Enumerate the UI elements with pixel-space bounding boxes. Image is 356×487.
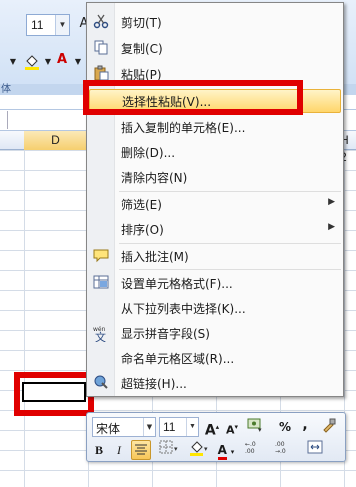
increase-decimal-icon: ←.0.00 xyxy=(244,441,268,457)
menu-item-copy[interactable]: 复制(C) xyxy=(89,36,341,60)
menu-item-format-cells[interactable]: 设置单元格格式(F)... xyxy=(89,271,341,295)
fill-color-icon: ▾ xyxy=(189,441,211,459)
decrease-decimal-icon: .00 →.0 xyxy=(274,441,298,457)
submenu-arrow-icon: ▶ xyxy=(328,197,335,207)
borders-button[interactable]: ▾ xyxy=(157,440,183,460)
svg-text:.00: .00 xyxy=(245,448,255,454)
menu-item-define-name[interactable]: 命名单元格区域(R)... xyxy=(89,346,341,370)
menu-item-label: 从下拉列表中选择(K)... xyxy=(121,302,246,316)
menu-item-label: 删除(D)... xyxy=(121,146,176,160)
grow-font-button[interactable]: A▴ xyxy=(203,417,221,439)
percent-button[interactable]: % xyxy=(277,417,293,437)
scissors-icon xyxy=(92,13,110,31)
align-center-button[interactable] xyxy=(131,440,151,460)
svg-text:←.0: ←.0 xyxy=(245,441,256,448)
mini-toolbar: 宋体 ▼ 11 ▼ A▴ A▾ ▾ % , B I ▾ ▾ A ▾ ←.0 .0… xyxy=(86,412,346,462)
name-box-edge xyxy=(0,111,8,129)
menu-item-cut[interactable]: 剪切(T) xyxy=(89,10,341,34)
copy-icon xyxy=(92,39,110,57)
menu-item-label: 剪切(T) xyxy=(121,16,162,30)
align-center-icon xyxy=(134,444,148,458)
format-painter-icon xyxy=(321,418,337,436)
context-menu: 剪切(T) 复制(C) 粘贴(P) 选择性粘贴(V)... 插入复制的单元格(E… xyxy=(86,2,344,397)
format-cells-icon xyxy=(92,274,110,292)
svg-text:→.0: →.0 xyxy=(275,448,286,454)
menu-item-clear-contents[interactable]: 清除内容(N) xyxy=(89,165,341,189)
phonetic-icon: wén 文 xyxy=(92,324,110,344)
menu-item-filter[interactable]: 筛选(E) ▶ xyxy=(89,192,341,216)
menu-separator xyxy=(119,269,341,270)
svg-text:.00: .00 xyxy=(275,441,285,448)
shrink-font-icon: A xyxy=(225,423,235,437)
font-color-icon: A xyxy=(217,443,227,460)
svg-text:▾: ▾ xyxy=(204,445,208,453)
ribbon-font-size-box[interactable]: 11 ▼ xyxy=(26,14,70,36)
menu-item-show-phonetic[interactable]: wén 文 显示拼音字段(S) xyxy=(89,321,341,345)
merge-center-button[interactable] xyxy=(305,440,325,460)
chevron-down-icon: ▾ xyxy=(230,448,235,456)
menu-item-label: 插入批注(M) xyxy=(121,250,189,264)
menu-item-delete[interactable]: 删除(D)... xyxy=(89,140,341,164)
menu-item-label: 显示拼音字段(S) xyxy=(121,327,210,341)
svg-text:▾: ▾ xyxy=(258,426,262,433)
menu-item-pick-from-list[interactable]: 从下拉列表中选择(K)... xyxy=(89,296,341,320)
menu-item-label: 命名单元格区域(R)... xyxy=(121,352,235,366)
accounting-format-button[interactable]: ▾ xyxy=(245,417,267,437)
fill-color-button[interactable]: ▾ xyxy=(187,440,213,460)
mini-font-name-box[interactable]: 宋体 ▼ xyxy=(92,417,156,437)
grow-font-icon: A xyxy=(204,422,216,439)
mini-font-name: 宋体 xyxy=(96,422,121,436)
chevron-down-icon[interactable]: ▼ xyxy=(55,15,69,35)
menu-item-label: 筛选(E) xyxy=(121,198,162,212)
increase-decimal-button[interactable]: ←.0.00 xyxy=(243,440,269,460)
comma-button[interactable]: , xyxy=(299,415,311,435)
column-header-d[interactable]: D xyxy=(24,131,88,150)
menu-item-label: 设置单元格格式(F)... xyxy=(121,277,233,291)
menu-item-hyperlink[interactable]: 超链接(H)... xyxy=(89,371,341,395)
menu-item-insert-copied-cells[interactable]: 插入复制的单元格(E)... xyxy=(89,115,341,139)
chevron-down-icon[interactable]: ▼ xyxy=(38,52,58,72)
font-color-button[interactable]: A ▾ xyxy=(215,440,237,460)
comment-icon xyxy=(92,247,110,265)
menu-item-label: 超链接(H)... xyxy=(121,377,187,391)
annotation-box-paste-special xyxy=(83,80,303,115)
borders-icon: ▾ xyxy=(159,440,181,457)
svg-text:▾: ▾ xyxy=(174,445,178,453)
svg-text:文: 文 xyxy=(95,330,106,342)
chevron-down-icon[interactable]: ▼ xyxy=(3,52,23,72)
menu-item-sort[interactable]: 排序(O) ▶ xyxy=(89,217,341,241)
mini-font-size-box[interactable]: 11 ▼ xyxy=(159,417,199,437)
ribbon-font-size-value: 11 xyxy=(31,18,44,32)
chevron-down-icon[interactable]: ▼ xyxy=(143,418,155,436)
menu-item-label: 插入复制的单元格(E)... xyxy=(121,121,246,135)
menu-item-label: 复制(C) xyxy=(121,42,163,56)
italic-button[interactable]: I xyxy=(111,440,127,460)
shrink-font-button[interactable]: A▾ xyxy=(223,417,241,437)
accounting-format-icon: ▾ xyxy=(247,418,265,436)
decrease-decimal-button[interactable]: .00 →.0 xyxy=(273,440,299,460)
mini-font-size: 11 xyxy=(163,420,176,434)
format-painter-button[interactable] xyxy=(319,417,339,437)
merge-center-icon xyxy=(307,440,323,457)
menu-item-label: 清除内容(N) xyxy=(121,171,188,185)
chevron-down-icon[interactable]: ▼ xyxy=(186,418,198,436)
annotation-box-cell xyxy=(14,372,94,416)
menu-item-insert-comment[interactable]: 插入批注(M) xyxy=(89,244,341,268)
submenu-arrow-icon: ▶ xyxy=(328,222,335,232)
chevron-down-icon[interactable]: ▼ xyxy=(68,52,88,72)
menu-item-label: 排序(O) xyxy=(121,223,164,237)
ribbon-group-label: 体 xyxy=(1,84,11,95)
bold-button[interactable]: B xyxy=(91,440,107,460)
hyperlink-icon xyxy=(92,374,110,392)
